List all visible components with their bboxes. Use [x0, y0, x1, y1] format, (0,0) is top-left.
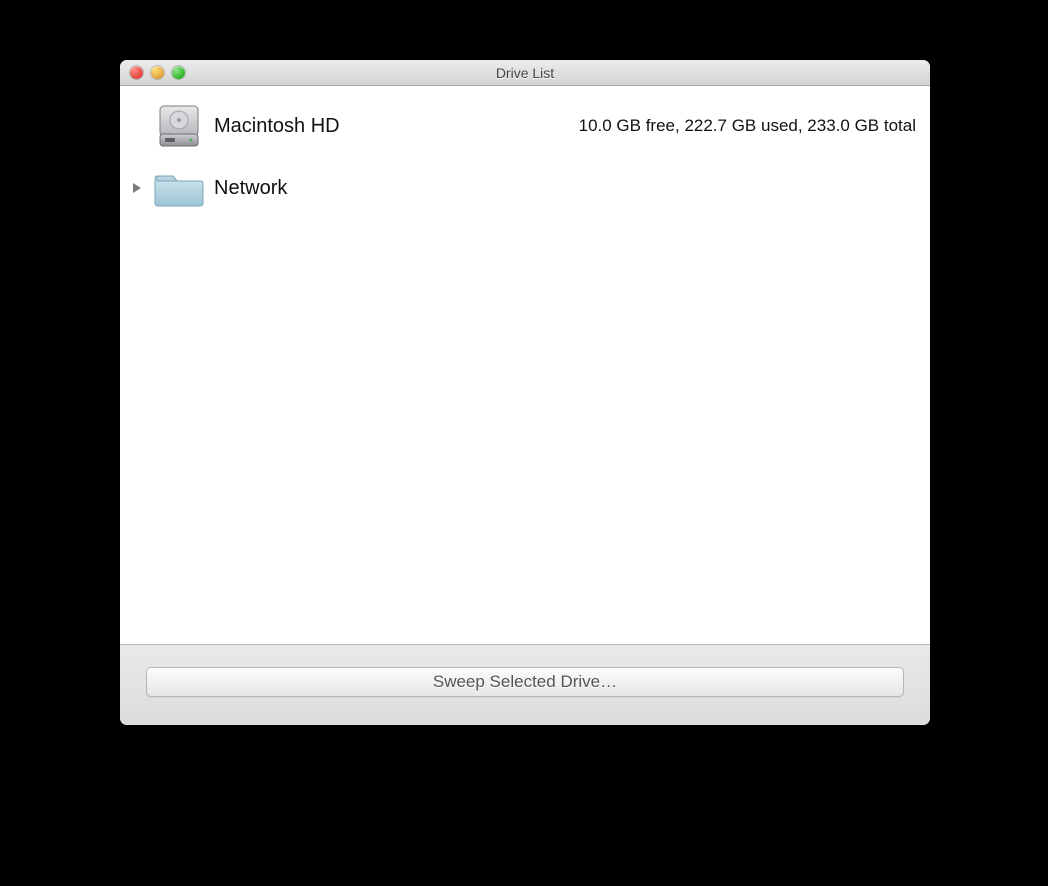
drive-stats-label: 10.0 GB free, 222.7 GB used, 233.0 GB to…: [579, 116, 916, 136]
drive-list: Macintosh HD 10.0 GB free, 222.7 GB used…: [120, 86, 930, 644]
drive-name-label: Network: [214, 177, 287, 200]
titlebar: Drive List: [120, 60, 930, 86]
hard-drive-icon: [152, 100, 206, 152]
traffic-lights: [120, 66, 185, 79]
close-icon[interactable]: [130, 66, 143, 79]
zoom-icon[interactable]: [172, 66, 185, 79]
drive-row[interactable]: Macintosh HD 10.0 GB free, 222.7 GB used…: [120, 94, 930, 158]
window-title: Drive List: [120, 65, 930, 81]
drive-row[interactable]: Network: [120, 158, 930, 218]
disclosure-triangle-icon[interactable]: [130, 182, 144, 194]
sweep-selected-drive-button[interactable]: Sweep Selected Drive…: [146, 667, 904, 697]
footer: Sweep Selected Drive…: [120, 644, 930, 725]
minimize-icon[interactable]: [151, 66, 164, 79]
drive-name-label: Macintosh HD: [214, 115, 340, 138]
folder-icon: [152, 166, 206, 210]
window: Drive List: [120, 60, 930, 725]
